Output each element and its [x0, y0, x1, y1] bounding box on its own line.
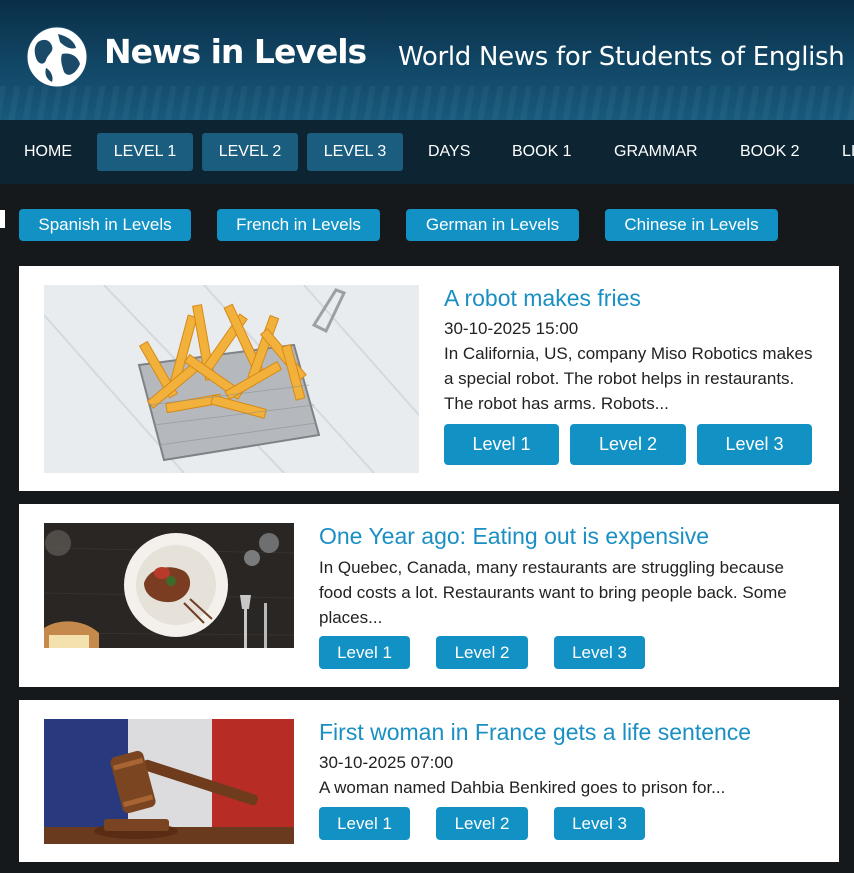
article-excerpt: In California, US, company Miso Robotics… — [444, 344, 813, 413]
nav-book-1[interactable]: BOOK 1 — [496, 133, 588, 171]
globe-logo-icon[interactable] — [24, 24, 90, 90]
article-excerpt: In Quebec, Canada, many restaurants are … — [319, 558, 787, 627]
level-3-button[interactable]: Level 3 — [554, 807, 645, 840]
article-image-fries[interactable] — [44, 285, 419, 473]
nav-grammar[interactable]: GRAMMAR — [598, 133, 714, 171]
level-1-button[interactable]: Level 1 — [444, 424, 559, 465]
main-nav: HOME LEVEL 1 LEVEL 2 LEVEL 3 DAYS BOOK 1… — [0, 120, 854, 184]
nav-level-1[interactable]: LEVEL 1 — [97, 133, 193, 171]
article-image-gavel[interactable] — [44, 719, 294, 844]
chinese-in-levels-button[interactable]: Chinese in Levels — [605, 209, 778, 241]
article-title[interactable]: A robot makes fries — [444, 285, 641, 312]
nav-level-3[interactable]: LEVEL 3 — [307, 133, 403, 171]
french-in-levels-button[interactable]: French in Levels — [217, 209, 380, 241]
article-card-eating-out: One Year ago: Eating out is expensive In… — [19, 504, 839, 687]
article-card-life-sentence: First woman in France gets a life senten… — [19, 700, 839, 862]
nav-more[interactable]: LI — [826, 133, 854, 171]
article-image-restaurant-plate[interactable] — [44, 523, 294, 648]
level-2-button[interactable]: Level 2 — [436, 636, 528, 669]
article-title[interactable]: One Year ago: Eating out is expensive — [319, 523, 709, 550]
spanish-in-levels-button[interactable]: Spanish in Levels — [19, 209, 191, 241]
site-header: News in Levels World News for Students o… — [0, 0, 854, 120]
article-title[interactable]: First woman in France gets a life senten… — [319, 719, 751, 746]
level-2-button[interactable]: Level 2 — [436, 807, 528, 840]
level-1-button[interactable]: Level 1 — [319, 807, 410, 840]
site-logo-text[interactable]: News in Levels — [104, 32, 367, 71]
article-date: 30-10-2025 07:00 — [319, 753, 454, 772]
nav-book-2[interactable]: BOOK 2 — [724, 133, 816, 171]
german-in-levels-button[interactable]: German in Levels — [406, 209, 579, 241]
side-marker — [0, 210, 5, 228]
level-1-button[interactable]: Level 1 — [319, 636, 410, 669]
level-3-button[interactable]: Level 3 — [554, 636, 645, 669]
level-2-button[interactable]: Level 2 — [570, 424, 686, 465]
site-tagline: World News for Students of English — [398, 42, 845, 72]
article-excerpt: A woman named Dahbia Benkired goes to pr… — [319, 778, 726, 797]
article-card-robot-fries: A robot makes fries 30-10-2025 15:00 In … — [19, 266, 839, 491]
nav-level-2[interactable]: LEVEL 2 — [202, 133, 298, 171]
nav-home[interactable]: HOME — [8, 133, 88, 171]
level-3-button[interactable]: Level 3 — [697, 424, 812, 465]
nav-days[interactable]: DAYS — [412, 133, 486, 171]
article-date: 30-10-2025 15:00 — [444, 319, 579, 338]
